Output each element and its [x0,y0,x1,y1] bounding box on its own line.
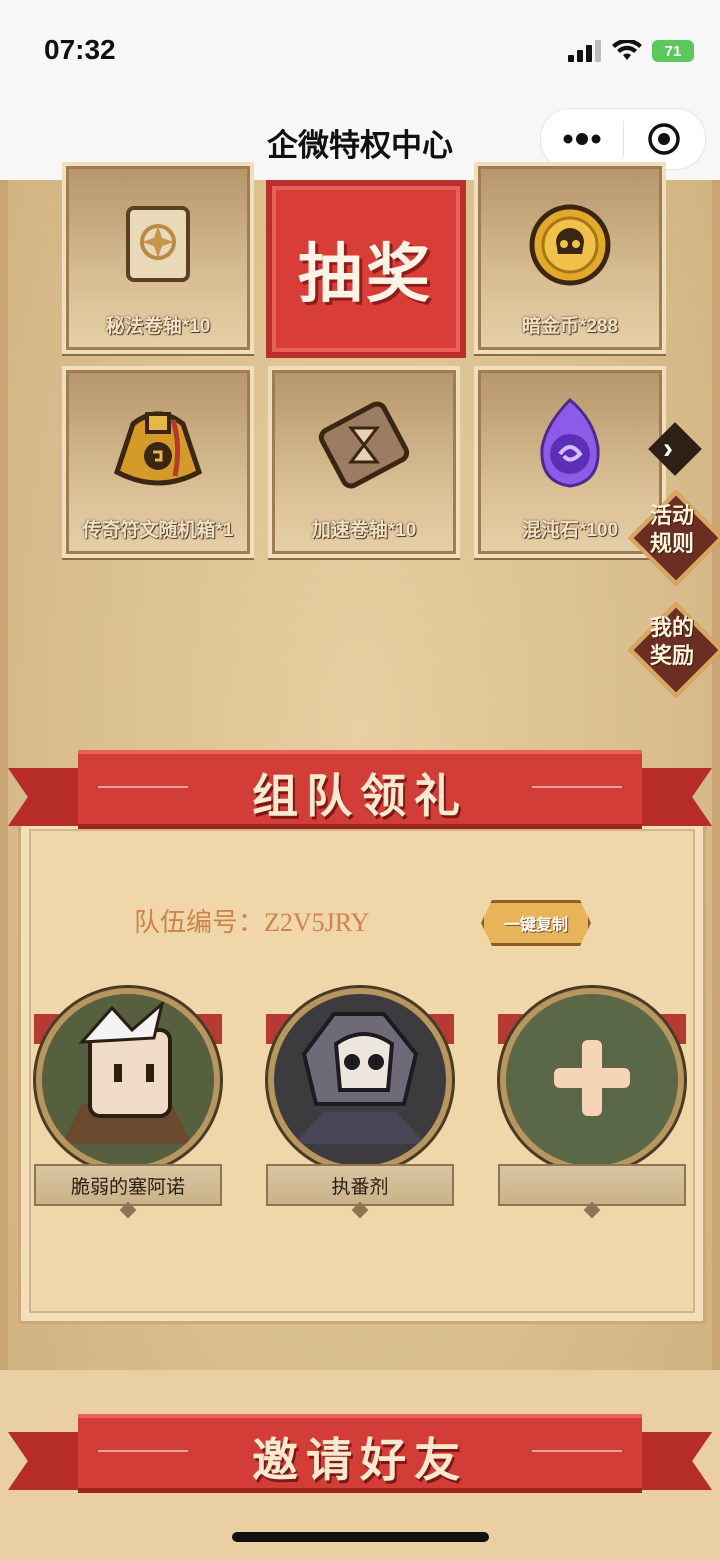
prize-label: 暗金币*288 [521,316,619,337]
wifi-icon [612,40,642,60]
team-id-text: 队伍编号：Z2V5JRY [134,908,370,937]
empty-avatar [500,988,684,1172]
frame-right [712,180,720,1380]
home-indicator[interactable] [232,1532,489,1542]
plus-icon [554,1040,630,1116]
frame-left [0,180,8,1380]
avatar [268,988,452,1172]
status-icons: 71 [568,40,694,62]
more-button[interactable] [541,109,623,169]
draw-button-label: 抽奖 [298,238,434,310]
status-bar: 07:32 71 [0,0,720,100]
prize-label: 加速卷轴*10 [311,520,417,541]
banner-body: 组队领礼 [78,750,642,829]
chevron-right-icon: › [663,432,673,465]
hourglass-scroll-icon [309,390,419,505]
prize-tile-3: 传奇符文随机箱*1 [62,366,254,558]
banner-body: 邀请好友 [78,1414,642,1493]
member-nameplate: 脆弱的塞阿诺 [34,1164,222,1206]
my-rewards-label: 我的 奖励 [649,615,694,668]
prize-label: 传奇符文随机箱*1 [82,520,234,541]
my-rewards-button[interactable]: 我的 奖励 [627,601,720,699]
member-nameplate [498,1164,686,1206]
team-member-1[interactable]: 脆弱的塞阿诺 [34,988,222,1219]
team-section-title: 组队领礼 [252,770,468,822]
rune-bag-icon [103,390,213,505]
prize-tile-2: 暗金币*288 [474,162,666,354]
avatar [36,988,220,1172]
prize-tile-1: 秘法卷轴*10 [62,162,254,354]
target-close-icon [648,123,680,155]
page-content: 秘法卷轴*10 抽奖 暗金币*288 传奇符文随机箱*1 加速卷轴*10 混沌石… [0,162,720,1559]
draw-button[interactable]: 抽奖 [266,180,466,358]
invite-banner: 邀请好友 [8,1414,712,1494]
team-banner: 组队领礼 [8,750,712,830]
skull-coin-icon [525,200,615,295]
copy-team-id-button[interactable]: 一键复制 [481,900,591,946]
battery-icon: 71 [652,40,694,62]
chaos-stone-icon [520,390,620,505]
activity-rules-button[interactable]: 活动 规则 [627,489,720,587]
status-time: 07:32 [44,34,116,65]
team-member-2[interactable]: 执番剂 [266,988,454,1219]
add-member-slot[interactable] [498,988,686,1219]
invite-section-title: 邀请好友 [252,1434,468,1486]
signal-icon [568,40,601,62]
member-nameplate: 执番剂 [266,1164,454,1206]
activity-rules-label: 活动 规则 [649,503,694,556]
close-button[interactable] [624,109,706,169]
more-dots-icon [563,133,601,145]
copy-button-label: 一键复制 [503,917,568,934]
skull-warrior-portrait-icon [274,994,446,1166]
scroll-icon [110,196,206,297]
miniprogram-capsule [540,108,706,170]
prize-tile-4: 加速卷轴*10 [268,366,460,558]
prize-label: 秘法卷轴*10 [105,316,211,337]
hero-portrait-icon [42,994,214,1166]
battery-level: 71 [664,42,682,60]
